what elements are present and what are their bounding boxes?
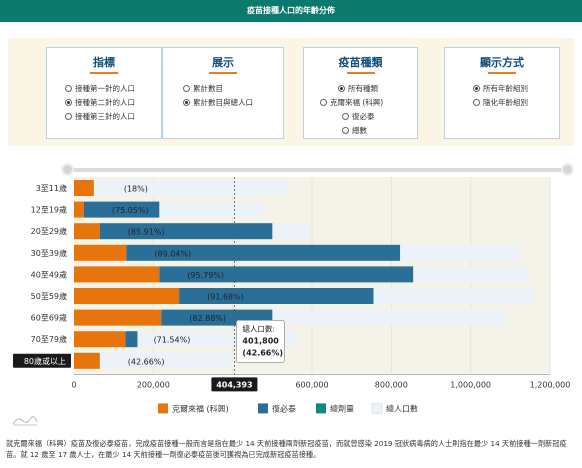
vaccine-option[interactable]: 所有種類 bbox=[338, 84, 378, 94]
category-label: 20至29歲 bbox=[31, 226, 67, 236]
display-option-label: 累計數目 bbox=[193, 84, 223, 93]
bar-coronavac bbox=[74, 201, 84, 218]
percent-label: (91.68%) bbox=[207, 293, 244, 302]
radio-icon[interactable] bbox=[473, 99, 480, 106]
mode-option-label: 隨化年齡組別 bbox=[483, 98, 528, 107]
x-tick-label: 600,000 bbox=[295, 380, 328, 389]
x-tick-label: 800,000 bbox=[375, 380, 408, 389]
page-title: 疫苗接種人口的年齡分佈 bbox=[0, 0, 582, 22]
chart-logo-icon bbox=[12, 416, 38, 426]
legend-label: 總人口數 bbox=[386, 403, 418, 413]
bar-coronavac bbox=[74, 244, 127, 261]
vaccine-option[interactable]: 復必泰 bbox=[342, 112, 375, 122]
footnote: 就克爾來福（科興）疫苗及復必泰疫苗，完成疫苗接種一般而言是指在最少 14 天前接… bbox=[6, 439, 567, 459]
legend-label: 克爾來福 (科興) bbox=[172, 403, 229, 413]
percent-label: (85.91%) bbox=[128, 228, 165, 237]
mode-panel: 顯示方式 所有年齡組別 隨化年齡組別 bbox=[444, 47, 560, 139]
vaccine-option-label: 克爾來福 (科興) bbox=[330, 98, 384, 107]
percent-label: (82.88%) bbox=[189, 314, 226, 323]
bar-coronavac bbox=[74, 223, 100, 240]
bar-coronavac bbox=[74, 180, 94, 196]
mode-option[interactable]: 所有年齡組別 bbox=[473, 84, 528, 94]
category-label: 60至69歲 bbox=[31, 313, 67, 323]
crosshair-value: 404,393 bbox=[216, 380, 252, 389]
control-panel: 指標 接種第一針的人口 接種第二針的人口 接種第三針的人口 展示 累計數目累計數目與… bbox=[8, 38, 574, 146]
x-tick-label: 1,200,000 bbox=[530, 380, 571, 389]
legend-swatch bbox=[158, 403, 168, 414]
radio-icon[interactable] bbox=[65, 113, 72, 120]
display-option[interactable]: 累計數目與總人口 bbox=[183, 98, 253, 108]
display-title: 展示 bbox=[163, 54, 283, 74]
radio-icon[interactable] bbox=[342, 113, 349, 120]
radio-icon[interactable] bbox=[338, 85, 345, 92]
indicator-option[interactable]: 接種第二針的人口 bbox=[65, 98, 135, 108]
legend-swatch bbox=[258, 403, 268, 414]
bar-comirnaty bbox=[125, 331, 138, 348]
percent-label: (71.54%) bbox=[154, 336, 191, 345]
category-label: 70至79歲 bbox=[31, 334, 67, 344]
category-label: 40至49歲 bbox=[31, 269, 67, 279]
bar-coronavac bbox=[74, 352, 100, 369]
percent-label: (95.79%) bbox=[187, 271, 224, 280]
indicator-option[interactable]: 接種第三針的人口 bbox=[65, 112, 135, 122]
vaccine-option[interactable]: 克爾來福 (科興) bbox=[320, 98, 383, 108]
legend-label: 復必泰 bbox=[272, 403, 296, 413]
percent-label: (18%) bbox=[124, 185, 148, 194]
vaccine-option-label: 復必泰 bbox=[352, 112, 375, 121]
radio-icon[interactable] bbox=[183, 85, 190, 92]
display-option-label: 累計數目與總人口 bbox=[193, 98, 253, 107]
category-label: 12至19歲 bbox=[31, 205, 67, 215]
legend-swatch bbox=[371, 402, 383, 414]
vaccine-option[interactable]: 總數 bbox=[342, 126, 367, 136]
percent-label: (42.66%) bbox=[128, 357, 165, 366]
percent-label: (89.04%) bbox=[154, 249, 191, 258]
radio-icon[interactable] bbox=[320, 99, 327, 106]
indicator-panel: 指標 接種第一針的人口 接種第二針的人口 接種第三針的人口 bbox=[46, 47, 162, 139]
indicator-title: 指標 bbox=[47, 54, 161, 74]
radio-icon[interactable] bbox=[65, 85, 72, 92]
range-slider-left-handle[interactable] bbox=[61, 163, 74, 176]
vaccine-option-label: 總數 bbox=[352, 126, 367, 135]
category-label: 3至11歲 bbox=[36, 183, 67, 193]
mode-option[interactable]: 隨化年齡組別 bbox=[473, 98, 528, 108]
display-option[interactable]: 累計數目 bbox=[183, 84, 223, 94]
range-slider-right-handle[interactable] bbox=[561, 163, 574, 176]
tooltip-percent: (42.66%) bbox=[242, 348, 283, 357]
range-slider-track[interactable] bbox=[68, 168, 568, 172]
legend-swatch bbox=[316, 403, 326, 414]
tooltip-title: 總人口數: bbox=[242, 323, 275, 333]
indicator-option-label: 接種第二針的人口 bbox=[75, 98, 135, 107]
vaccine-option-label: 所有種類 bbox=[348, 84, 378, 93]
bar-comirnaty bbox=[99, 223, 273, 240]
percent-label: (75.05%) bbox=[112, 206, 149, 215]
bar-coronavac bbox=[74, 288, 180, 304]
category-label: 30至39歲 bbox=[31, 248, 67, 258]
indicator-option-label: 接種第一針的人口 bbox=[75, 84, 135, 93]
x-tick-label: 200,000 bbox=[137, 380, 170, 389]
category-label: 50至59歲 bbox=[31, 291, 67, 301]
radio-icon[interactable] bbox=[183, 99, 190, 106]
radio-icon[interactable] bbox=[65, 99, 72, 106]
radio-icon[interactable] bbox=[342, 127, 349, 134]
radio-icon[interactable] bbox=[473, 85, 480, 92]
bar-population bbox=[74, 180, 287, 196]
category-label: 80歲或以上 bbox=[24, 356, 66, 366]
display-panel: 展示 累計數目累計數目與總人口 bbox=[162, 47, 284, 139]
vaccine-panel: 疫苗種類 所有種類克爾來福 (科興) 復必泰總數 bbox=[303, 47, 418, 139]
mode-title: 顯示方式 bbox=[445, 54, 559, 74]
indicator-option[interactable]: 接種第一針的人口 bbox=[65, 84, 135, 94]
legend-label: 總劑量 bbox=[330, 403, 354, 413]
age-distribution-chart: (18%) 3至11歲 (75.05%) 12至19歲 (85.91%) 20至29歲 (8… bbox=[13, 177, 571, 414]
x-tick-label: 0 bbox=[71, 380, 76, 389]
vaccine-title: 疫苗種類 bbox=[304, 54, 417, 74]
mode-option-label: 所有年齡組別 bbox=[483, 84, 528, 93]
x-tick-label: 1,000,000 bbox=[450, 380, 491, 389]
tooltip-value: 401,800 bbox=[242, 336, 279, 345]
indicator-option-label: 接種第三針的人口 bbox=[75, 112, 135, 121]
bar-coronavac bbox=[74, 309, 162, 326]
bar-coronavac bbox=[74, 266, 160, 283]
bar-coronavac bbox=[74, 331, 126, 348]
